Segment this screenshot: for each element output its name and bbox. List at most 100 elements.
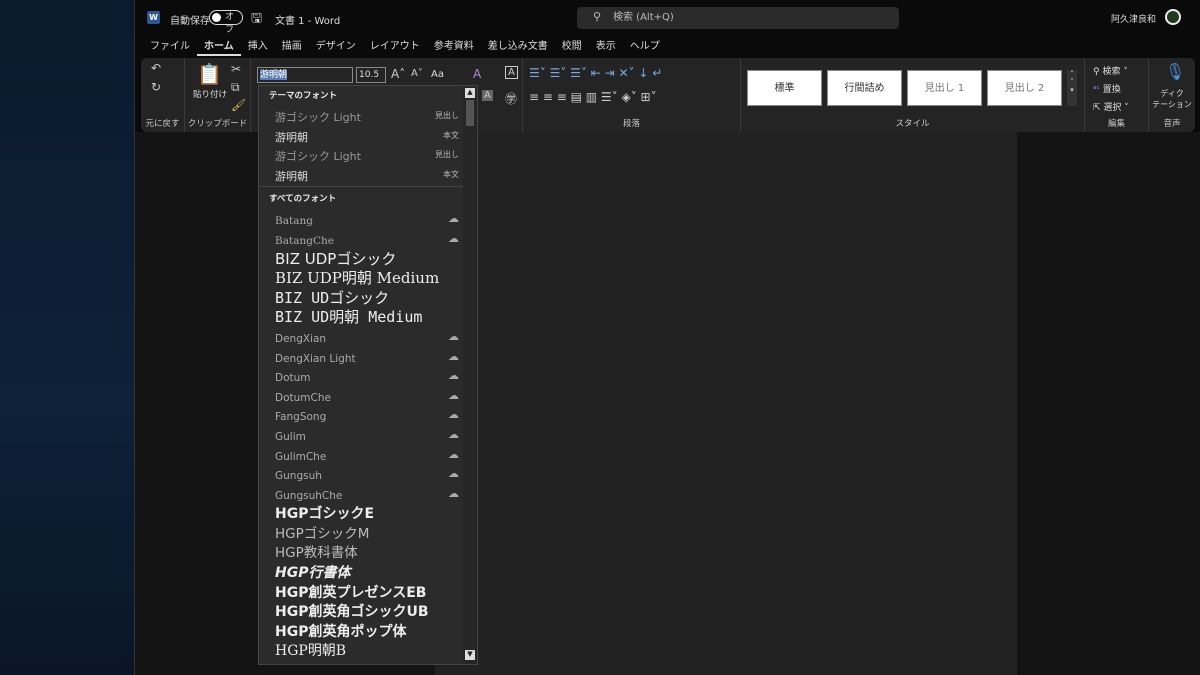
theme-font-item[interactable]: 游明朝 本文 <box>259 165 477 185</box>
tab-9[interactable]: 表示 <box>589 38 623 56</box>
style-0[interactable]: 標準 <box>747 70 822 106</box>
search-input[interactable]: 検索 (Alt+Q) <box>577 7 899 29</box>
replace-icon: ᵃᶜ <box>1093 85 1103 95</box>
font-list-item[interactable]: DotumChe ☁ <box>259 386 477 406</box>
font-name: DengXian <box>275 332 327 345</box>
font-list-item[interactable]: HGPゴシックM <box>259 523 477 543</box>
font-list-item[interactable]: Dotum ☁ <box>259 366 477 386</box>
font-list-item[interactable]: HGPゴシックE <box>259 503 477 523</box>
undo-icon[interactable]: ↶ <box>151 61 161 75</box>
style-3[interactable]: 見出し 2 <box>987 70 1062 106</box>
tab-1[interactable]: ホーム <box>197 38 241 56</box>
font-list-item[interactable]: GungsuhChe ☁ <box>259 484 477 504</box>
replace-button[interactable]: ᵃᶜ 置換 <box>1093 82 1121 95</box>
scroll-down-button[interactable]: ▼ <box>465 650 475 660</box>
font-name: DengXian Light <box>275 352 356 365</box>
font-list-item[interactable]: DengXian Light ☁ <box>259 347 477 367</box>
paragraph-group-label: 段落 <box>622 119 640 129</box>
theme-font-item[interactable]: 游ゴシック Light 見出し <box>259 106 477 126</box>
font-name: 游明朝 <box>275 130 308 144</box>
style-1[interactable]: 行間詰め <box>827 70 902 106</box>
font-name-input[interactable]: 游明朝 <box>257 67 353 83</box>
format-painter-icon[interactable]: 🖌 <box>231 98 246 112</box>
tab-2[interactable]: 挿入 <box>241 38 275 56</box>
font-list-item[interactable]: BatangChe ☁ <box>259 229 477 249</box>
bullets-icon[interactable]: ☰˅ ☰˅ ☰˅ ⇤ ⇥ ✕˅ ↓ ↵ <box>529 66 662 80</box>
search-placeholder: 検索 (Alt+Q) <box>613 12 674 23</box>
tab-8[interactable]: 校閲 <box>555 38 589 56</box>
theme-fonts-header: テーマのフォント <box>269 91 338 101</box>
scroll-thumb[interactable] <box>466 100 474 126</box>
styles-group-label: スタイル <box>895 119 930 129</box>
theme-font-item[interactable]: 游明朝 本文 <box>259 126 477 146</box>
cloud-download-icon: ☁ <box>448 349 459 363</box>
redo-icon[interactable]: ↻ <box>151 80 161 94</box>
font-list-item[interactable]: HGP創英プレゼンスEB <box>259 582 477 602</box>
cloud-download-icon: ☁ <box>448 408 459 422</box>
font-list-item[interactable]: HGP創英角ゴシックUB <box>259 601 477 621</box>
font-name: HGPゴシックE <box>275 506 375 523</box>
change-case-button[interactable]: Aa <box>431 69 444 80</box>
copy-icon[interactable]: ⧉ <box>231 80 240 95</box>
styles-scroll[interactable]: ˄ ˅ ▾ <box>1067 70 1077 106</box>
font-list-item[interactable]: HGP創英角ポップ体 <box>259 621 477 641</box>
cut-icon[interactable]: ✂ <box>231 62 241 76</box>
dropdown-scrollbar[interactable]: ▲ ▼ <box>463 86 477 664</box>
align-icons[interactable]: ≡ ≡ ≡ ▤ ▥ ☰˅ ◈˅ ⊞˅ <box>529 90 657 104</box>
clear-format-icon[interactable]: A <box>473 67 481 81</box>
paste-button[interactable]: 貼り付け <box>193 88 227 100</box>
paste-icon[interactable]: 📋 <box>197 62 222 86</box>
style-2[interactable]: 見出し 1 <box>907 70 982 106</box>
dictate-button[interactable]: ディク テーション <box>1149 88 1195 110</box>
cloud-download-icon: ☁ <box>448 369 459 383</box>
font-list-item[interactable]: HGP行書体 <box>259 562 477 582</box>
editing-group: ⚲ 検索 ˅ ᵃᶜ 置換 ⇱ 選択 ˅ 編集 <box>1085 58 1149 132</box>
tab-10[interactable]: ヘルプ <box>623 38 667 56</box>
cursor-icon: ⇱ <box>1093 103 1104 113</box>
font-list-item[interactable]: DengXian ☁ <box>259 327 477 347</box>
character-border-icon[interactable]: A <box>505 66 518 79</box>
cloud-download-icon: ☁ <box>448 467 459 481</box>
theme-font-item[interactable]: 游ゴシック Light 見出し <box>259 145 477 165</box>
select-button[interactable]: ⇱ 選択 ˅ <box>1093 100 1129 113</box>
font-list-item[interactable]: Gulim ☁ <box>259 425 477 445</box>
find-label: 検索 <box>1102 67 1121 77</box>
character-shading-icon[interactable]: A <box>482 90 493 101</box>
font-list-item[interactable]: Gungsuh ☁ <box>259 464 477 484</box>
font-list-item[interactable]: BIZ UDP明朝 Medium <box>259 268 477 288</box>
avatar[interactable] <box>1165 9 1181 25</box>
font-list-item[interactable]: FangSong ☁ <box>259 405 477 425</box>
tab-3[interactable]: 描画 <box>275 38 309 56</box>
document-title: 文書 1 - Word <box>275 16 341 27</box>
font-size-input[interactable]: 10.5 <box>356 67 386 83</box>
font-list-item[interactable]: HGP明朝B <box>259 640 477 660</box>
font-list-item[interactable]: BIZ UDPゴシック <box>259 249 477 269</box>
cloud-download-icon: ☁ <box>448 427 459 441</box>
scroll-up-button[interactable]: ▲ <box>465 88 475 98</box>
enclose-characters-icon[interactable]: ㊫ <box>505 90 517 107</box>
microphone-icon[interactable]: 🎙 <box>1165 62 1185 81</box>
font-list-item[interactable]: HGP教科書体 <box>259 542 477 562</box>
tab-6[interactable]: 参考資料 <box>427 38 481 56</box>
document-page[interactable] <box>435 132 1017 675</box>
font-list-item[interactable]: BIZ UDゴシック <box>259 288 477 308</box>
font-name: FangSong <box>275 411 327 424</box>
autosave-label: 自動保存 <box>170 16 210 27</box>
font-name: BIZ UD明朝 Medium <box>275 308 423 327</box>
find-button[interactable]: ⚲ 検索 ˅ <box>1093 64 1128 77</box>
font-list-item[interactable]: Batang ☁ <box>259 209 477 229</box>
font-list-item[interactable]: GulimChe ☁ <box>259 445 477 465</box>
tab-5[interactable]: レイアウト <box>363 38 427 56</box>
undo-group: ↶ ↻ 元に戻す <box>141 58 185 132</box>
font-name: HGP明朝B <box>275 643 347 660</box>
tab-0[interactable]: ファイル <box>143 38 197 56</box>
search-icon: ⚲ <box>593 10 602 23</box>
autosave-toggle[interactable]: オフ <box>209 10 243 35</box>
font-role-tag: 本文 <box>443 130 459 140</box>
save-icon[interactable]: 🖫 <box>251 9 262 31</box>
font-list-item[interactable]: BIZ UD明朝 Medium <box>259 307 477 327</box>
tab-7[interactable]: 差し込み文書 <box>481 38 555 56</box>
grow-font-icon[interactable]: A˄ <box>391 67 405 81</box>
shrink-font-icon[interactable]: A˅ <box>411 68 423 79</box>
tab-4[interactable]: デザイン <box>309 38 363 56</box>
